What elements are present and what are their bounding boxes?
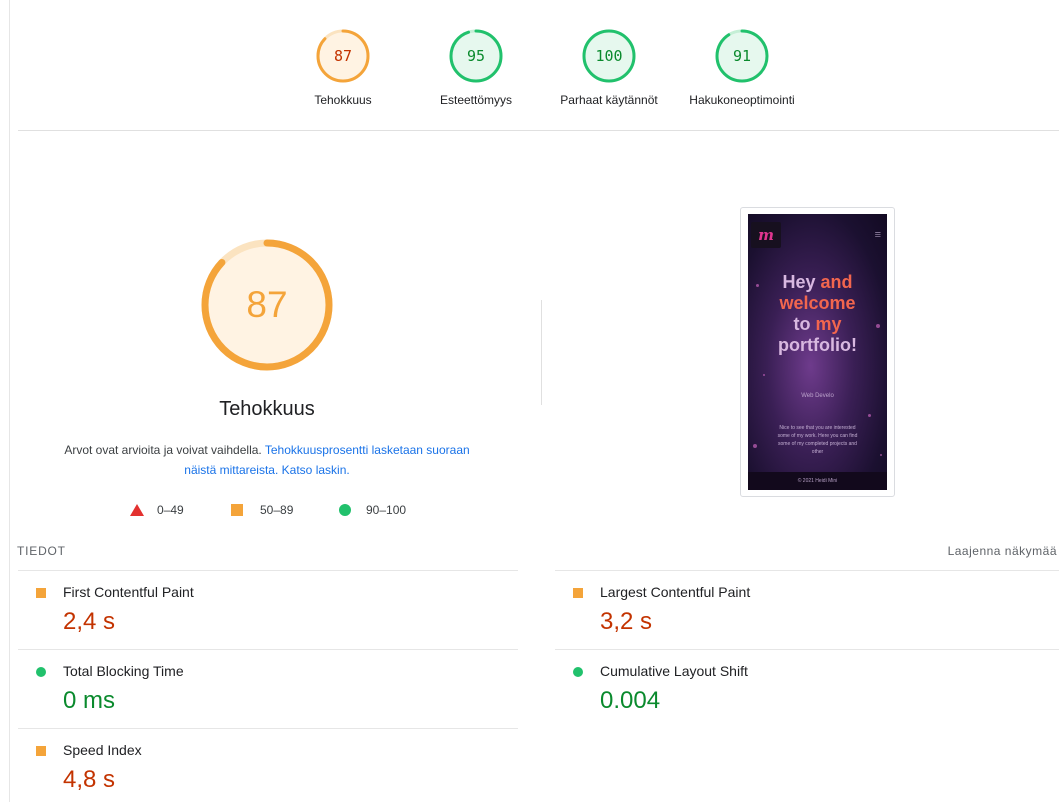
metric-value: 4,8 s [63, 766, 116, 793]
gauge-ring: 100 [581, 28, 637, 84]
metric-name: Largest Contentful Paint [600, 584, 751, 600]
metrics-title: TIEDOT [17, 544, 66, 558]
gauge-label: Parhaat käytännöt [560, 93, 658, 107]
heading-part: Hey [782, 272, 821, 292]
metric-value: 0 ms [63, 687, 116, 714]
legend-average: 50–89 [231, 503, 293, 517]
average-square-icon [36, 746, 46, 756]
pass-circle-icon [36, 667, 46, 677]
site-footer: © 2021 Heidi Mini [748, 472, 887, 490]
metric-value: 0.004 [600, 687, 661, 714]
gauge-label: Hakukoneoptimointi [689, 93, 795, 107]
gauge-score: 100 [595, 47, 623, 65]
gauge-ring: 87 [315, 28, 371, 84]
sparkle [753, 444, 757, 448]
metric-speed-index: Speed Index 4,8 s [18, 728, 518, 808]
site-logo: m [751, 222, 781, 248]
legend-pass-label: 90–100 [366, 503, 407, 517]
triangle-icon [130, 504, 144, 516]
legend-average-label: 50–89 [260, 503, 294, 517]
gauge-label: Tehokkuus [314, 93, 372, 107]
metric-tbt: Total Blocking Time 0 ms [18, 649, 518, 729]
gauge-score: 95 [466, 47, 486, 65]
average-square-icon [36, 588, 46, 598]
heading-part: my [815, 314, 842, 334]
metric-name: Total Blocking Time [63, 663, 184, 679]
performance-gauge: 87 [200, 238, 334, 372]
circle-icon [339, 504, 351, 516]
site-subtitle: Web Develo [801, 393, 834, 399]
gauge-score: 87 [333, 47, 353, 65]
gauge-label: Esteettömyys [439, 93, 513, 107]
summary-gauges: 87 Tehokkuus 95 Esteettömyys 100 Parhaat… [0, 0, 1059, 130]
metric-cls: Cumulative Layout Shift 0.004 [555, 649, 1059, 729]
screenshot-image: m ≡ Hey and welcome to my portfolio! Web… [748, 214, 887, 490]
calculator-link[interactable]: Katso laskin. [282, 463, 350, 477]
top-divider [18, 130, 1059, 131]
sparkle [880, 454, 882, 456]
page-screenshot-thumbnail[interactable]: m ≡ Hey and welcome to my portfolio! Web… [740, 207, 895, 497]
site-heading: Hey and welcome to my portfolio! [748, 272, 887, 356]
legend-fail: 0–49 [130, 503, 184, 517]
gauge-best-practices[interactable]: 100 Parhaat käytännöt [544, 28, 674, 107]
gauge-seo[interactable]: 91 Hakukoneoptimointi [677, 28, 807, 107]
expand-view-toggle[interactable]: Laajenna näkymää [948, 544, 1057, 558]
description-text: Arvot ovat arvioita ja voivat vaihdella. [64, 443, 265, 457]
gauge-performance[interactable]: 87 Tehokkuus [278, 28, 408, 107]
metric-value: 3,2 s [600, 608, 653, 635]
gauge-ring: 95 [448, 28, 504, 84]
square-icon [231, 504, 243, 516]
performance-description: Arvot ovat arvioita ja voivat vaihdella.… [60, 440, 474, 480]
heading-part: and [820, 272, 853, 292]
metric-name: Speed Index [63, 742, 142, 758]
site-body-text: Nice to see that you are interested some… [777, 425, 858, 455]
gauge-ring: 91 [714, 28, 770, 84]
metric-name: Cumulative Layout Shift [600, 663, 748, 679]
heading-part: to [793, 314, 816, 334]
legend-fail-label: 0–49 [157, 503, 184, 517]
metric-fcp: First Contentful Paint 2,4 s [18, 570, 518, 650]
legend-pass: 90–100 [339, 503, 406, 517]
performance-score: 87 [246, 284, 288, 325]
pass-circle-icon [573, 667, 583, 677]
average-square-icon [573, 588, 583, 598]
heading-part: portfolio! [778, 335, 857, 355]
hamburger-icon: ≡ [874, 229, 881, 241]
metric-name: First Contentful Paint [63, 584, 194, 600]
metric-value: 2,4 s [63, 608, 116, 635]
vertical-divider [541, 300, 542, 405]
sparkle [763, 374, 765, 376]
gauge-accessibility[interactable]: 95 Esteettömyys [411, 28, 541, 107]
metric-lcp: Largest Contentful Paint 3,2 s [555, 570, 1059, 650]
performance-title: Tehokkuus [219, 398, 315, 420]
heading-part: welcome [779, 293, 856, 313]
gauge-score: 91 [732, 47, 752, 65]
sparkle [868, 414, 871, 417]
